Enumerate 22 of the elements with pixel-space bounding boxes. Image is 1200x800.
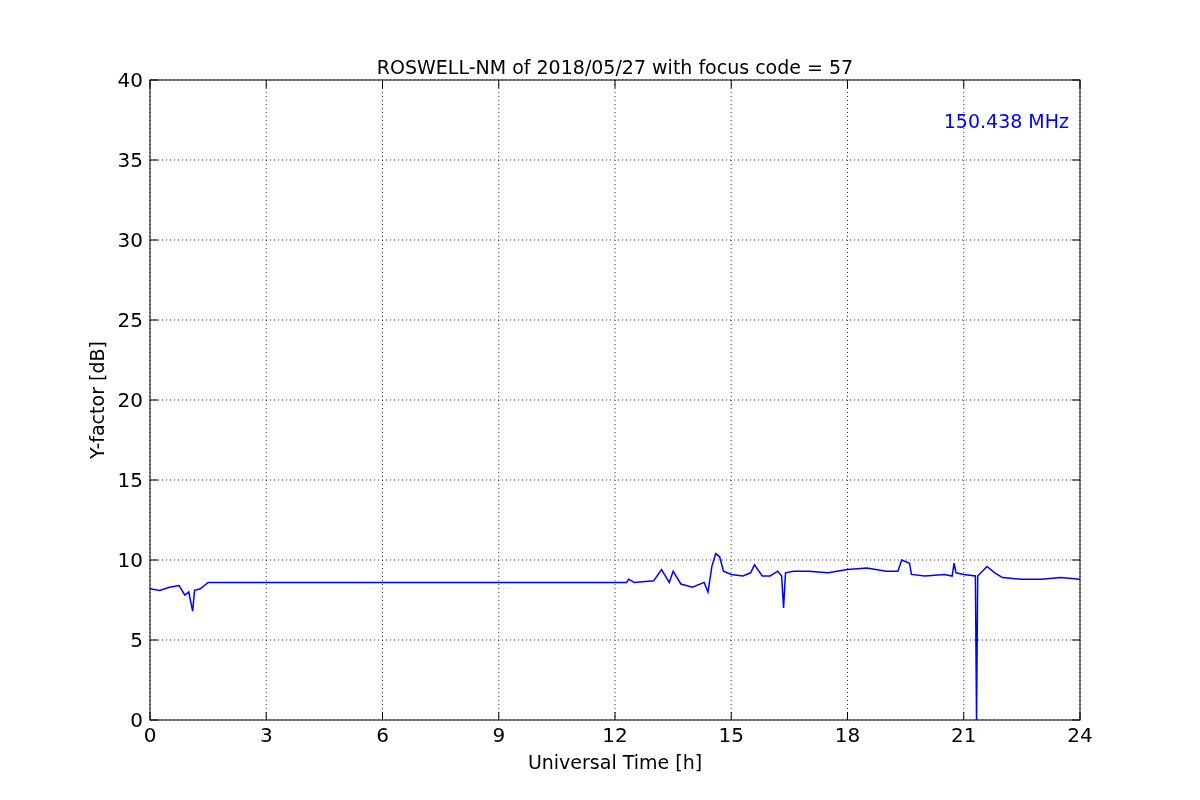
y-axis-label: Y-factor [dB] bbox=[86, 341, 108, 459]
y-tick-label: 25 bbox=[117, 308, 143, 332]
y-tick-label: 15 bbox=[117, 468, 143, 492]
series-label: 150.438 MHz bbox=[943, 110, 1069, 132]
x-tick-label: 12 bbox=[602, 723, 628, 747]
y-tick-label: 40 bbox=[117, 68, 143, 92]
x-tick-label: 3 bbox=[259, 723, 273, 747]
chart-title: ROSWELL-NM of 2018/05/27 with focus code = 57 bbox=[376, 56, 854, 78]
x-tick-label: 18 bbox=[834, 723, 861, 747]
x-tick-label: 9 bbox=[492, 723, 506, 747]
y-tick-label: 35 bbox=[117, 148, 143, 172]
y-tick-label: 20 bbox=[117, 388, 143, 412]
y-tick-label: 30 bbox=[117, 228, 143, 252]
x-tick-label: 6 bbox=[376, 723, 389, 747]
y-tick-label: 0 bbox=[130, 708, 143, 732]
x-tick-label: 21 bbox=[951, 723, 977, 747]
x-tick-label: 15 bbox=[718, 723, 744, 747]
x-axis-label: Universal Time [h] bbox=[527, 751, 703, 773]
x-tick-label: 24 bbox=[1067, 723, 1093, 747]
y-tick-label: 5 bbox=[130, 628, 143, 652]
y-tick-label: 10 bbox=[117, 548, 143, 572]
x-tick-label: 0 bbox=[143, 723, 157, 747]
